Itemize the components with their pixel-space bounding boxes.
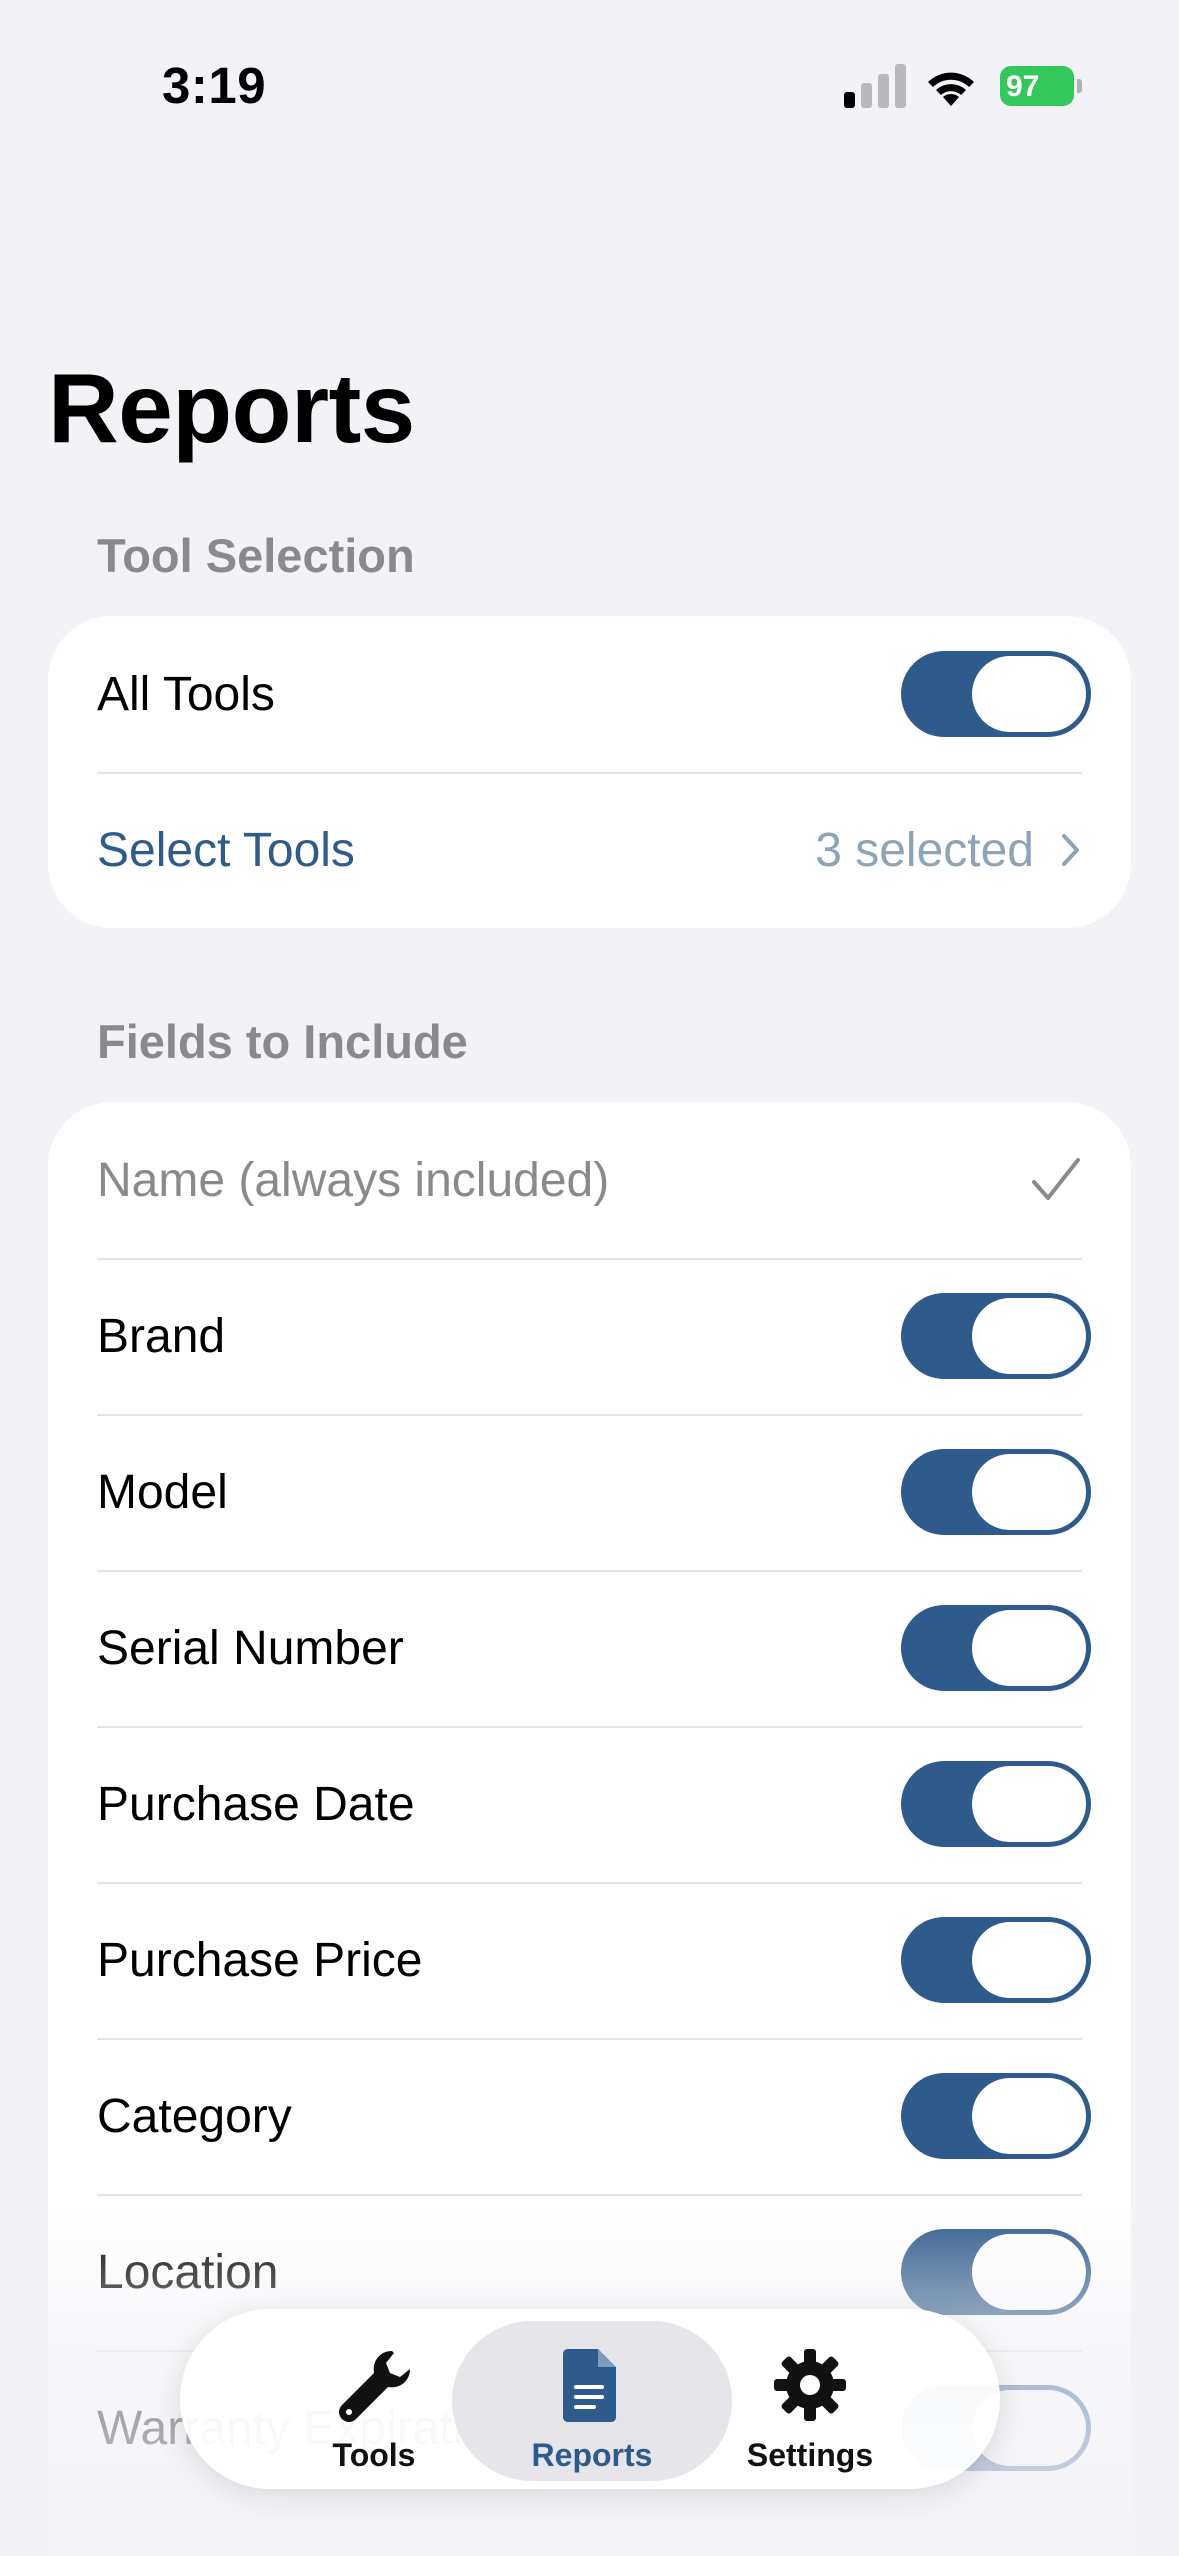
cellular-signal-icon bbox=[844, 64, 906, 108]
battery-level: 97 bbox=[1006, 70, 1040, 103]
name-row: Name (always included) bbox=[48, 1102, 1131, 1258]
field-label: Model bbox=[97, 1465, 228, 1519]
field-label: Purchase Date bbox=[97, 1777, 415, 1831]
select-tools-label: Select Tools bbox=[97, 823, 355, 877]
select-tools-row[interactable]: Select Tools 3 selected bbox=[48, 772, 1131, 928]
serial-number-toggle[interactable] bbox=[901, 1605, 1091, 1691]
field-row-model: Model bbox=[48, 1414, 1131, 1570]
page-title: Reports bbox=[48, 353, 415, 463]
status-bar: 3:19 97 bbox=[0, 0, 1179, 170]
category-toggle[interactable] bbox=[901, 2073, 1091, 2159]
field-label: Serial Number bbox=[97, 1621, 404, 1675]
field-row-serial-number: Serial Number bbox=[48, 1570, 1131, 1726]
wrench-icon bbox=[339, 2351, 410, 2422]
tab-settings[interactable]: Settings bbox=[670, 2321, 950, 2481]
field-label: Location bbox=[97, 2245, 279, 2299]
location-toggle[interactable] bbox=[901, 2229, 1091, 2315]
checkmark-icon bbox=[1032, 1158, 1080, 1200]
tool-selection-card: All Tools Select Tools 3 selected bbox=[48, 616, 1131, 928]
chevron-right-icon bbox=[1062, 834, 1079, 866]
field-label: Brand bbox=[97, 1309, 226, 1363]
field-label: Purchase Price bbox=[97, 1933, 423, 1987]
reports-screen: 3:19 97 Reports Tool Selection All Tools… bbox=[0, 0, 1179, 2556]
brand-toggle[interactable] bbox=[901, 1293, 1091, 1379]
tab-bar: Tools Reports Settings bbox=[180, 2309, 1000, 2489]
name-field-label: Name (always included) bbox=[97, 1153, 610, 1207]
gear-icon bbox=[774, 2349, 846, 2421]
all-tools-toggle[interactable] bbox=[901, 651, 1091, 737]
model-toggle[interactable] bbox=[901, 1449, 1091, 1535]
field-row-brand: Brand bbox=[48, 1258, 1131, 1414]
purchase-price-toggle[interactable] bbox=[901, 1917, 1091, 2003]
field-label: Category bbox=[97, 2089, 292, 2143]
tab-label: Settings bbox=[746, 2437, 874, 2473]
purchase-date-toggle[interactable] bbox=[901, 1761, 1091, 1847]
selected-count: 3 selected bbox=[815, 823, 1034, 877]
all-tools-row: All Tools bbox=[48, 616, 1131, 772]
field-row-purchase-price: Purchase Price bbox=[48, 1882, 1131, 2038]
fields-header: Fields to Include bbox=[97, 1015, 468, 1068]
all-tools-label: All Tools bbox=[97, 667, 275, 721]
field-row-purchase-date: Purchase Date bbox=[48, 1726, 1131, 1882]
status-time: 3:19 bbox=[162, 57, 267, 114]
wifi-icon bbox=[928, 72, 974, 106]
tool-selection-header: Tool Selection bbox=[97, 529, 415, 582]
battery-icon: 97 bbox=[1000, 66, 1082, 106]
field-row-category: Category bbox=[48, 2038, 1131, 2194]
document-icon bbox=[563, 2349, 616, 2422]
